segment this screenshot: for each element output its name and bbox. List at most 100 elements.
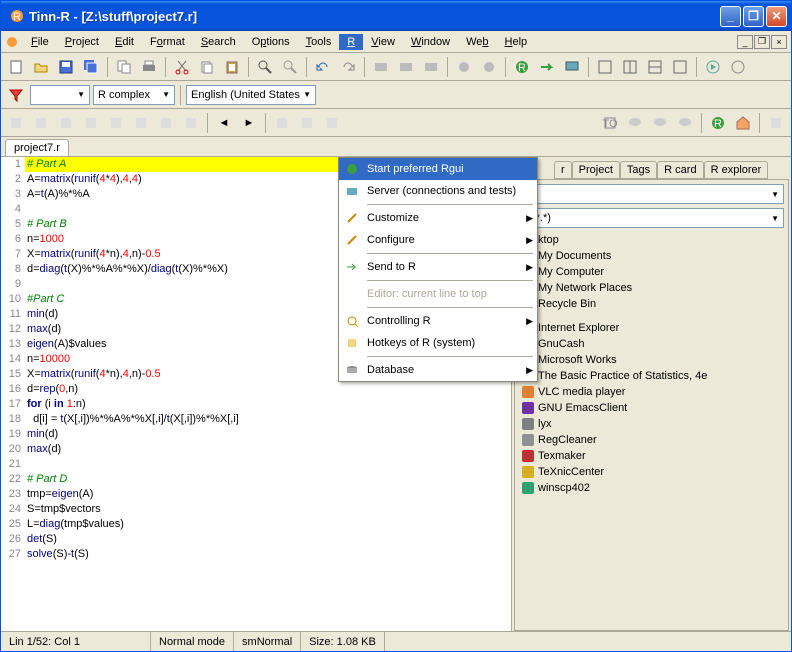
new-icon[interactable] <box>5 56 27 78</box>
right-arrow-icon[interactable]: ► <box>238 112 260 134</box>
tb3-b[interactable] <box>30 112 52 134</box>
play2-icon[interactable] <box>727 56 749 78</box>
left-arrow-icon[interactable]: ◄ <box>213 112 235 134</box>
menu-options[interactable]: Options <box>244 34 298 50</box>
menu-r[interactable]: R <box>339 34 363 50</box>
place-item[interactable]: My Computer <box>519 264 784 280</box>
menu-item[interactable]: Send to R▶ <box>339 256 537 278</box>
app-item[interactable]: GNU EmacsClient <box>519 400 784 416</box>
menu-view[interactable]: View <box>363 34 403 50</box>
monitor-icon[interactable] <box>561 56 583 78</box>
copy2-icon[interactable] <box>196 56 218 78</box>
code-line[interactable]: 20max(d) <box>1 442 511 457</box>
menu-file[interactable]: File <box>23 34 57 50</box>
layout2-icon[interactable] <box>619 56 641 78</box>
find-icon[interactable] <box>254 56 276 78</box>
side-tab-r[interactable]: r <box>554 161 572 179</box>
tool-a-icon[interactable] <box>453 56 475 78</box>
app-item[interactable]: lyx <box>519 416 784 432</box>
close-button[interactable]: ✕ <box>766 6 787 27</box>
copy-icon[interactable] <box>113 56 135 78</box>
print-icon[interactable] <box>138 56 160 78</box>
paste-icon[interactable] <box>221 56 243 78</box>
app-item[interactable]: Microsoft Works <box>519 352 784 368</box>
minimize-button[interactable]: _ <box>720 6 741 27</box>
save-icon[interactable] <box>55 56 77 78</box>
tb3-e[interactable] <box>105 112 127 134</box>
combo-type[interactable]: R complex▼ <box>93 85 175 105</box>
home-icon[interactable] <box>732 112 754 134</box>
r-icon2[interactable]: R <box>707 112 729 134</box>
macro-icon[interactable] <box>370 56 392 78</box>
mdi-restore[interactable]: ❐ <box>754 35 770 49</box>
tb3-k[interactable] <box>321 112 343 134</box>
menu-web[interactable]: Web <box>458 34 496 50</box>
side-combo-1[interactable]: ▼ <box>519 184 784 204</box>
mdi-close[interactable]: × <box>771 35 787 49</box>
bubble2-icon[interactable] <box>649 112 671 134</box>
menu-tools[interactable]: Tools <box>298 34 340 50</box>
place-item[interactable]: ktop <box>519 232 784 248</box>
tb3-a[interactable] <box>5 112 27 134</box>
code-line[interactable]: 22# Part D <box>1 472 511 487</box>
open-icon[interactable] <box>30 56 52 78</box>
tb3-end[interactable] <box>765 112 787 134</box>
place-item[interactable]: Recycle Bin <box>519 296 784 312</box>
menu-format[interactable]: Format <box>142 34 193 50</box>
app-item[interactable]: winscp402 <box>519 480 784 496</box>
menu-item[interactable]: Hotkeys of R (system) <box>339 332 537 354</box>
menu-project[interactable]: Project <box>57 34 107 50</box>
tb3-c[interactable] <box>55 112 77 134</box>
combo-lang[interactable]: English (United States▼ <box>186 85 316 105</box>
layout4-icon[interactable] <box>669 56 691 78</box>
menu-item[interactable]: Database▶ <box>339 359 537 381</box>
app-item[interactable]: RegCleaner <box>519 432 784 448</box>
menu-edit[interactable]: Edit <box>107 34 142 50</box>
editor-tab[interactable]: project7.r <box>5 139 69 156</box>
code-line[interactable]: 18 d[i] = t(X[,i])%*%A%*%X[,i]/t(X[,i])%… <box>1 412 511 427</box>
layout1-icon[interactable] <box>594 56 616 78</box>
side-combo-2[interactable]: ll (*.*)▼ <box>519 208 784 228</box>
filter-icon[interactable] <box>5 84 27 106</box>
r-send-icon[interactable] <box>536 56 558 78</box>
menu-help[interactable]: Help <box>497 34 536 50</box>
side-tab-project[interactable]: Project <box>572 161 620 179</box>
cut-icon[interactable] <box>171 56 193 78</box>
stop-icon[interactable]: STOP <box>599 112 621 134</box>
app-item[interactable]: GnuCash <box>519 336 784 352</box>
find2-icon[interactable] <box>279 56 301 78</box>
play-icon[interactable] <box>702 56 724 78</box>
redo-icon[interactable] <box>337 56 359 78</box>
tb3-i[interactable] <box>271 112 293 134</box>
place-item[interactable]: My Documents <box>519 248 784 264</box>
code-line[interactable]: 16d=rep(0,n) <box>1 382 511 397</box>
app-item[interactable]: Texmaker <box>519 448 784 464</box>
undo-icon[interactable] <box>312 56 334 78</box>
macro3-icon[interactable] <box>420 56 442 78</box>
code-line[interactable]: 27solve(S)-t(S) <box>1 547 511 562</box>
combo-blank[interactable]: ▼ <box>30 85 90 105</box>
side-tab-tags[interactable]: Tags <box>620 161 657 179</box>
app-item[interactable]: TeXnicCenter <box>519 464 784 480</box>
code-line[interactable]: 17for (i in 1:n) <box>1 397 511 412</box>
menu-window[interactable]: Window <box>403 34 458 50</box>
code-line[interactable]: 24S=tmp$vectors <box>1 502 511 517</box>
tb3-h[interactable] <box>180 112 202 134</box>
side-tab-rcard[interactable]: R card <box>657 161 703 179</box>
r-start-icon[interactable]: R <box>511 56 533 78</box>
maximize-button[interactable]: ❐ <box>743 6 764 27</box>
bubble1-icon[interactable] <box>624 112 646 134</box>
menu-search[interactable]: Search <box>193 34 244 50</box>
menu-item[interactable]: Start preferred Rgui <box>339 158 537 180</box>
mdi-minimize[interactable]: _ <box>737 35 753 49</box>
code-line[interactable]: 21 <box>1 457 511 472</box>
tb3-f[interactable] <box>130 112 152 134</box>
menu-item[interactable]: Configure▶ <box>339 229 537 251</box>
menu-item[interactable]: Customize▶ <box>339 207 537 229</box>
app-item[interactable]: The Basic Practice of Statistics, 4e <box>519 368 784 384</box>
code-line[interactable]: 19min(d) <box>1 427 511 442</box>
layout3-icon[interactable] <box>644 56 666 78</box>
tool-b-icon[interactable] <box>478 56 500 78</box>
menu-item[interactable]: Controlling R▶ <box>339 310 537 332</box>
place-item[interactable]: My Network Places <box>519 280 784 296</box>
